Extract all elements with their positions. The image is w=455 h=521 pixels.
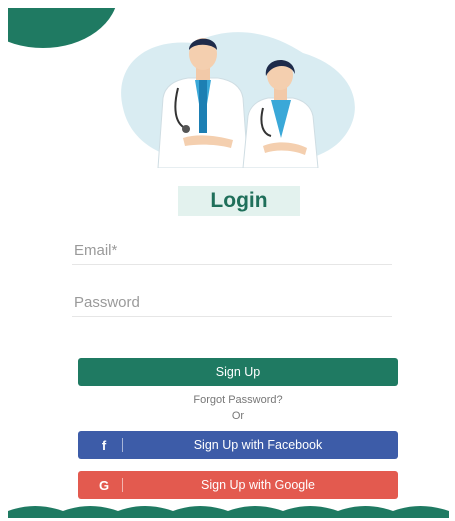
login-title: Login xyxy=(178,186,300,216)
button-separator xyxy=(122,478,123,492)
doctors-illustration xyxy=(121,32,355,168)
email-field-container xyxy=(72,236,396,265)
decorative-corner-shape xyxy=(8,8,118,48)
facebook-icon: f xyxy=(101,437,107,453)
or-divider-text: Or xyxy=(231,410,245,422)
password-input[interactable] xyxy=(72,288,396,316)
password-field-container xyxy=(72,288,396,317)
sign-up-button[interactable]: Sign Up xyxy=(78,358,398,386)
facebook-signup-button[interactable]: f Sign Up with Facebook xyxy=(78,431,398,459)
login-screen: Login Sign Up Forgot Password? Or f Sign… xyxy=(8,8,449,518)
email-input[interactable] xyxy=(72,236,396,264)
forgot-password-link[interactable]: Forgot Password? xyxy=(78,394,398,406)
decorative-bottom-waves xyxy=(8,506,449,518)
google-signup-button[interactable]: G Sign Up with Google xyxy=(78,471,398,499)
google-signup-label: Sign Up with Google xyxy=(201,478,315,492)
facebook-signup-label: Sign Up with Facebook xyxy=(193,438,323,452)
button-separator xyxy=(122,438,123,452)
sign-up-label: Sign Up xyxy=(215,365,261,379)
google-icon: G xyxy=(98,477,110,493)
